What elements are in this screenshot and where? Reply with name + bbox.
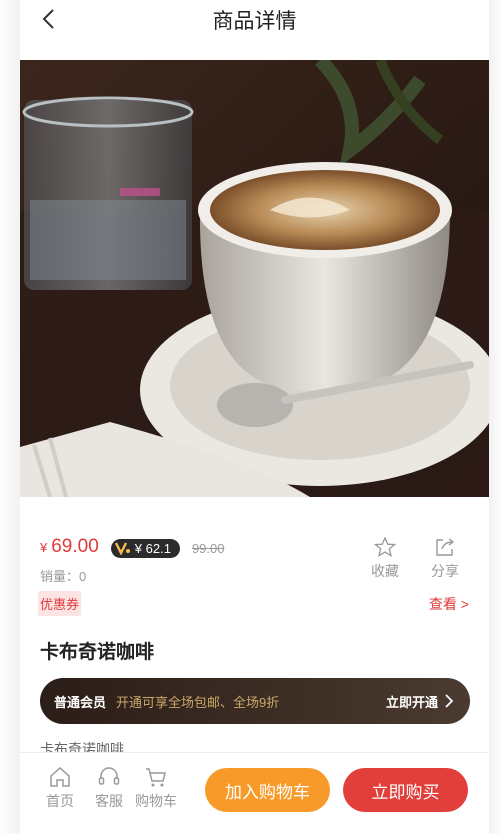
- page-title: 商品详情: [212, 10, 297, 33]
- favorite-button[interactable]: 收藏: [363, 537, 407, 581]
- page-gutter-left: [0, 0, 20, 834]
- buy-now-button[interactable]: 立即购买: [343, 768, 468, 812]
- product-image[interactable]: [20, 60, 489, 497]
- add-to-cart-button[interactable]: 加入购物车: [205, 768, 330, 812]
- nav-cart[interactable]: 购物车: [133, 765, 179, 811]
- coffee-photo: [20, 60, 489, 497]
- app-screen: 商品详情 ¥ 69.00 ¥ 62.1 99.00 销量：0 收藏 分享 优惠券…: [20, 0, 489, 834]
- vip-logo-icon: [114, 542, 130, 555]
- member-level: 普通会员: [54, 694, 107, 710]
- page-gutter-right: [489, 0, 503, 834]
- top-bar: 商品详情: [20, 0, 489, 60]
- home-icon: [50, 766, 70, 787]
- vip-price-badge: ¥ 62.1: [110, 538, 180, 558]
- star-icon: [374, 537, 396, 557]
- member-benefits: 开通可享全场包邮、全场9折: [116, 694, 280, 710]
- nav-home-label: 首页: [46, 793, 74, 809]
- chevron-right-icon: [445, 694, 454, 708]
- vip-price: ¥ 62.1: [134, 540, 171, 556]
- coupon-tag: 优惠券: [38, 591, 82, 616]
- share-button[interactable]: 分享: [423, 537, 467, 581]
- sale-price: ¥69.00: [40, 536, 99, 557]
- original-price: 99.00: [191, 540, 225, 556]
- nav-service[interactable]: 客服: [86, 765, 132, 811]
- headset-icon: [98, 767, 120, 785]
- nav-cart-label: 购物车: [135, 793, 177, 809]
- favorite-label: 收藏: [371, 563, 399, 579]
- share-icon: [436, 538, 455, 556]
- share-label: 分享: [431, 563, 459, 579]
- nav-service-label: 客服: [95, 793, 123, 809]
- cart-icon: [146, 768, 166, 787]
- sales-count: 销量：0: [40, 569, 87, 584]
- member-open-label: 立即开通: [385, 694, 438, 710]
- nav-home[interactable]: 首页: [37, 765, 83, 811]
- member-banner[interactable]: 普通会员 开通可享全场包邮、全场9折 立即开通: [40, 678, 470, 724]
- product-name: 卡布奇诺咖啡: [40, 642, 155, 663]
- bottom-action-bar: 首页 客服 购物车 加入购物车 立即购买: [20, 752, 489, 834]
- price-row: ¥69.00 ¥ 62.1 99.00: [40, 536, 224, 560]
- coupon-view-link[interactable]: 查看 >: [429, 594, 469, 614]
